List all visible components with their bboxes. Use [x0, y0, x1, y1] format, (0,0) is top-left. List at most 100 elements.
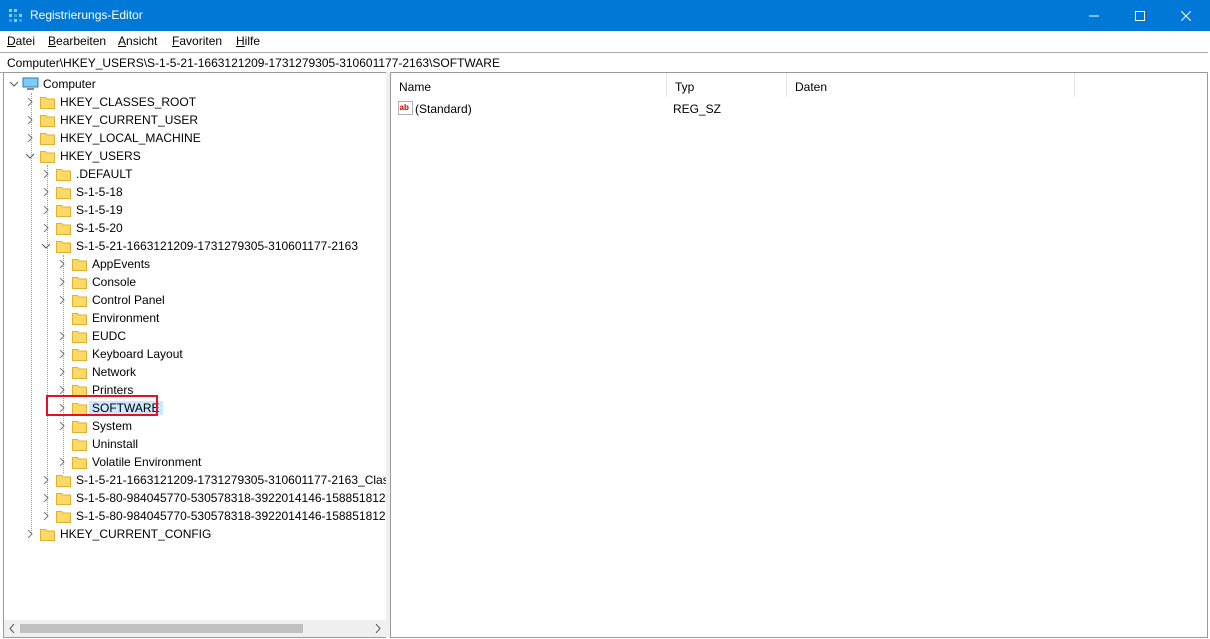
tree-node-s80a[interactable]: S-1-5-80-984045770-530578318-3922014146-… — [4, 489, 386, 507]
value-row[interactable]: ab (Standard) REG_SZ — [391, 98, 1207, 118]
highlight-box — [46, 395, 158, 416]
folder-icon — [72, 259, 87, 271]
tree-node-default[interactable]: .DEFAULT — [4, 165, 386, 183]
tree-label: HKEY_CURRENT_USER — [60, 113, 199, 127]
scroll-left-icon[interactable] — [8, 624, 16, 633]
tree-node-hkcu[interactable]: HKEY_CURRENT_USER — [4, 111, 386, 129]
chevron-right-icon[interactable] — [42, 476, 50, 484]
folder-icon — [72, 421, 87, 433]
minimize-icon — [1089, 15, 1099, 16]
tree-node-uninstall[interactable]: Uninstall — [4, 435, 386, 453]
chevron-right-icon[interactable] — [58, 278, 66, 286]
tree-label: S-1-5-21-1663121209-1731279305-310601177… — [76, 473, 387, 487]
values-pane[interactable]: Name Typ Daten ab (Standard) REG_SZ — [390, 72, 1208, 638]
folder-icon — [40, 151, 55, 163]
column-header-data[interactable]: Daten — [787, 73, 1075, 97]
chevron-right-icon[interactable] — [58, 386, 66, 394]
address-path[interactable]: Computer\HKEY_USERS\S-1-5-21-1663121209-… — [7, 56, 500, 70]
tree-node-s18[interactable]: S-1-5-18 — [4, 183, 386, 201]
folder-icon — [40, 133, 55, 145]
tree-node-user-sid[interactable]: S-1-5-21-1663121209-1731279305-310601177… — [4, 237, 386, 255]
value-type: REG_SZ — [673, 102, 722, 116]
tree-label: Keyboard Layout — [92, 347, 183, 361]
folder-icon — [72, 457, 87, 469]
menu-datei[interactable]: Datei — [7, 34, 35, 48]
tree-label: Uninstall — [92, 437, 139, 451]
value-name: (Standard) — [415, 102, 472, 116]
tree-node-computer[interactable]: Computer — [4, 75, 386, 93]
horizontal-scrollbar[interactable] — [4, 620, 386, 637]
chevron-right-icon[interactable] — [42, 206, 50, 214]
menu-favoriten[interactable]: Favoriten — [172, 34, 222, 48]
tree-label: S-1-5-19 — [76, 203, 123, 217]
tree-node-system[interactable]: System — [4, 417, 386, 435]
tree-node-s20[interactable]: S-1-5-20 — [4, 219, 386, 237]
chevron-right-icon[interactable] — [58, 260, 66, 268]
tree-label: HKEY_CURRENT_CONFIG — [60, 527, 212, 541]
folder-icon — [56, 493, 71, 505]
tree-node-appevents[interactable]: AppEvents — [4, 255, 386, 273]
tree-node-s19[interactable]: S-1-5-19 — [4, 201, 386, 219]
tree-label: Computer — [43, 77, 96, 91]
tree-pane[interactable]: Computer HKEY_CLASSES_ROOT HKEY_CURRENT_U… — [3, 72, 387, 638]
tree-node-volatile[interactable]: Volatile Environment — [4, 453, 386, 471]
chevron-down-icon[interactable] — [10, 80, 18, 88]
chevron-right-icon[interactable] — [42, 188, 50, 196]
tree-node-hkcr[interactable]: HKEY_CLASSES_ROOT — [4, 93, 386, 111]
folder-icon — [40, 97, 55, 109]
tree-node-keyboard[interactable]: Keyboard Layout — [4, 345, 386, 363]
column-header-name[interactable]: Name — [391, 73, 667, 97]
chevron-down-icon[interactable] — [26, 152, 34, 160]
chevron-right-icon[interactable] — [42, 224, 50, 232]
tree-label: S-1-5-20 — [76, 221, 123, 235]
close-button[interactable] — [1163, 0, 1209, 31]
address-bar[interactable]: Computer\HKEY_USERS\S-1-5-21-1663121209-… — [0, 52, 1208, 73]
tree-node-controlpanel[interactable]: Control Panel — [4, 291, 386, 309]
title-bar: Registrierungs-Editor — [0, 0, 1210, 31]
tree-node-user-classes[interactable]: S-1-5-21-1663121209-1731279305-310601177… — [4, 471, 386, 489]
chevron-right-icon[interactable] — [58, 332, 66, 340]
chevron-right-icon[interactable] — [26, 116, 34, 124]
tree-node-console[interactable]: Console — [4, 273, 386, 291]
tree-label: Environment — [92, 311, 160, 325]
chevron-right-icon[interactable] — [58, 368, 66, 376]
minimize-button[interactable] — [1071, 0, 1117, 31]
tree-label: HKEY_CLASSES_ROOT — [60, 95, 197, 109]
menu-bearbeiten[interactable]: Bearbeiten — [48, 34, 106, 48]
tree-node-hklm[interactable]: HKEY_LOCAL_MACHINE — [4, 129, 386, 147]
folder-icon — [56, 169, 71, 181]
chevron-right-icon[interactable] — [26, 134, 34, 142]
window-title: Registrierungs-Editor — [30, 8, 143, 22]
scrollbar-thumb[interactable] — [20, 624, 303, 633]
tree-node-network[interactable]: Network — [4, 363, 386, 381]
tree-node-hkcc[interactable]: HKEY_CURRENT_CONFIG — [4, 525, 386, 543]
column-header-type[interactable]: Typ — [667, 73, 787, 97]
menu-bar: Datei Bearbeiten Ansicht Favoriten Hilfe — [0, 31, 1210, 51]
tree-node-s80b[interactable]: S-1-5-80-984045770-530578318-3922014146-… — [4, 507, 386, 525]
menu-hilfe[interactable]: Hilfe — [236, 34, 260, 48]
chevron-right-icon[interactable] — [58, 458, 66, 466]
tree-node-hku[interactable]: HKEY_USERS — [4, 147, 386, 165]
tree-label: HKEY_LOCAL_MACHINE — [60, 131, 201, 145]
folder-icon — [40, 115, 55, 127]
tree-node-eudc[interactable]: EUDC — [4, 327, 386, 345]
menu-ansicht[interactable]: Ansicht — [118, 34, 157, 48]
chevron-right-icon[interactable] — [26, 530, 34, 538]
chevron-right-icon[interactable] — [42, 512, 50, 520]
folder-icon — [72, 367, 87, 379]
chevron-right-icon[interactable] — [58, 422, 66, 430]
chevron-right-icon[interactable] — [42, 494, 50, 502]
folder-icon — [40, 529, 55, 541]
chevron-right-icon[interactable] — [26, 98, 34, 106]
tree-label: S-1-5-80-984045770-530578318-3922014146-… — [76, 509, 387, 523]
tree-node-environment[interactable]: Environment — [4, 309, 386, 327]
computer-icon — [22, 77, 39, 90]
chevron-right-icon[interactable] — [58, 350, 66, 358]
chevron-right-icon[interactable] — [58, 296, 66, 304]
maximize-button[interactable] — [1117, 0, 1163, 31]
folder-icon — [72, 295, 87, 307]
chevron-right-icon[interactable] — [42, 170, 50, 178]
chevron-down-icon[interactable] — [42, 242, 50, 250]
tree-label: System — [92, 419, 133, 433]
scroll-right-icon[interactable] — [374, 624, 382, 633]
